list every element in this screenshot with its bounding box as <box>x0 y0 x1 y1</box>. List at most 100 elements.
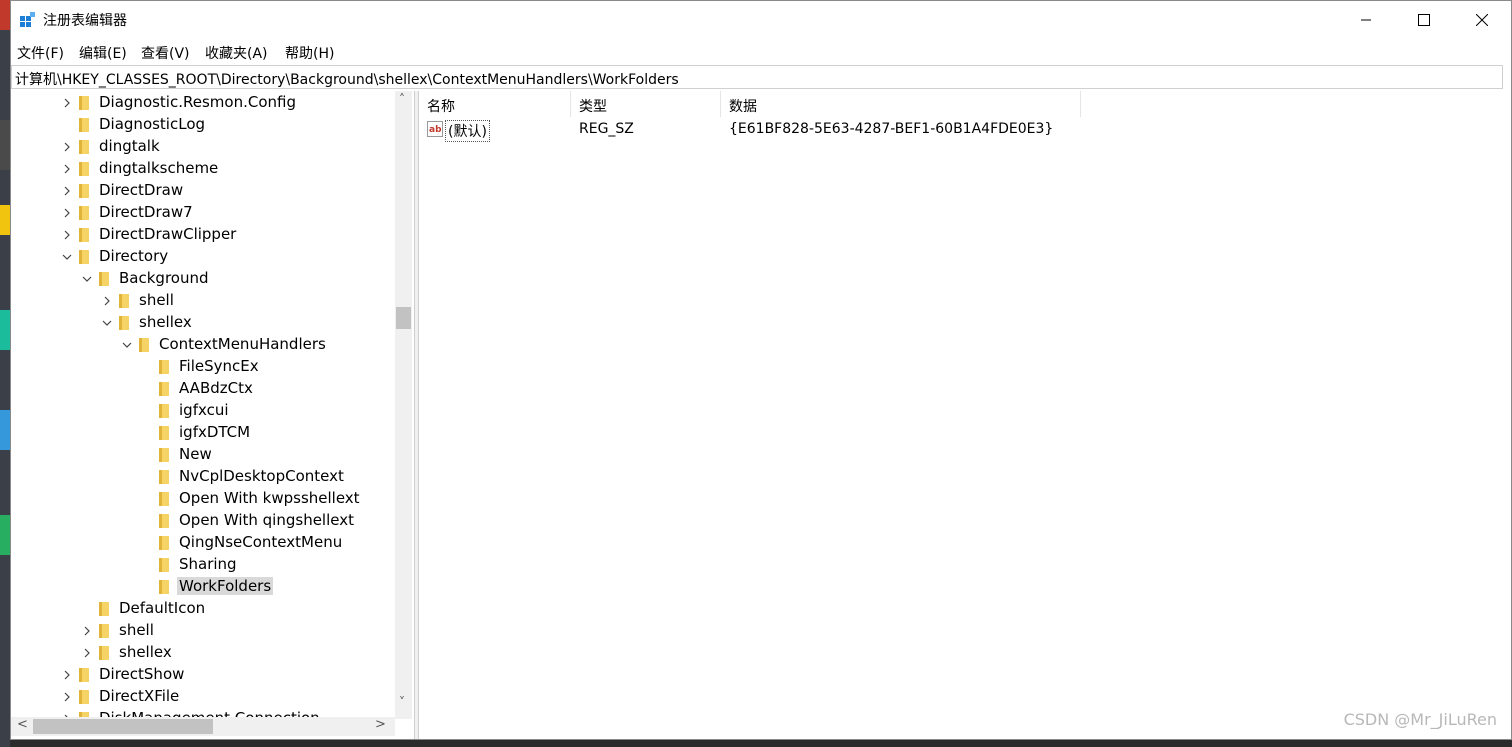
chevron-right-icon[interactable] <box>81 647 93 659</box>
chevron-down-icon[interactable] <box>81 273 93 285</box>
folder-icon <box>79 250 89 264</box>
folder-icon <box>159 360 169 374</box>
tree-item[interactable]: shell <box>11 620 395 642</box>
tree-item-label: ContextMenuHandlers <box>159 335 326 353</box>
svg-text:ab: ab <box>429 125 442 135</box>
menu-favorites[interactable]: 收藏夹(A) <box>205 43 268 63</box>
tree-item-label: Directory <box>99 247 169 265</box>
chevron-right-icon[interactable] <box>61 185 73 197</box>
tree-item-label: Open With qingshellext <box>179 511 354 529</box>
address-path: 计算机\HKEY_CLASSES_ROOT\Directory\Backgrou… <box>15 72 679 88</box>
column-header-type[interactable]: 类型 <box>571 91 721 117</box>
chevron-down-icon[interactable] <box>101 317 113 329</box>
tree-item[interactable]: DirectXFile <box>11 686 395 708</box>
chevron-down-icon[interactable] <box>61 251 73 263</box>
tree-item[interactable]: QingNseContextMenu <box>11 532 395 554</box>
chevron-right-icon[interactable] <box>61 691 73 703</box>
tree-horizontal-scrollbar[interactable]: < > <box>11 717 395 736</box>
tree-item[interactable]: shellex <box>11 642 395 664</box>
minimize-button[interactable] <box>1337 1 1395 39</box>
chevron-right-icon[interactable] <box>61 141 73 153</box>
tree-item-label: DirectDraw <box>99 181 184 199</box>
tree-item[interactable]: Directory <box>11 246 395 268</box>
tree-item-label: Background <box>119 269 209 287</box>
menu-view[interactable]: 查看(V) <box>141 43 190 63</box>
close-button[interactable] <box>1453 1 1511 39</box>
tree-item[interactable]: dingtalk <box>11 136 395 158</box>
maximize-button[interactable] <box>1395 1 1453 39</box>
tree-item-label: Sharing <box>179 555 237 573</box>
folder-icon <box>119 316 129 330</box>
tree-item[interactable]: shellex <box>11 312 395 334</box>
tree-item-label: DiagnosticLog <box>99 115 206 133</box>
scroll-left-arrow-icon[interactable]: < <box>17 717 28 732</box>
tree-item[interactable]: DirectShow <box>11 664 395 686</box>
tree-item-label: NvCplDesktopContext <box>179 467 344 485</box>
tree-item-label: DirectDrawClipper <box>99 225 237 243</box>
tree-item[interactable]: Diagnostic.Resmon.Config <box>11 92 395 114</box>
tree-item[interactable]: DefaultIcon <box>11 598 395 620</box>
tree-item-label: FileSyncEx <box>179 357 259 375</box>
tree-item-label: DirectShow <box>99 665 185 683</box>
tree-item[interactable]: NvCplDesktopContext <box>11 466 395 488</box>
tree-item[interactable]: New <box>11 444 395 466</box>
chevron-right-icon[interactable] <box>101 295 113 307</box>
folder-icon <box>99 272 109 286</box>
list-row[interactable]: ab (默认) REG_SZ {E61BF828-5E63-4287-BEF1-… <box>419 119 1503 142</box>
tree-item[interactable]: igfxcui <box>11 400 395 422</box>
chevron-right-icon[interactable] <box>61 163 73 175</box>
tree-item-label: DirectXFile <box>99 687 180 705</box>
tree-item[interactable]: DiagnosticLog <box>11 114 395 136</box>
minimize-icon <box>1361 19 1371 21</box>
tree-item[interactable]: igfxDTCM <box>11 422 395 444</box>
tree-item[interactable]: ContextMenuHandlers <box>11 334 395 356</box>
chevron-right-icon[interactable] <box>61 229 73 241</box>
maximize-icon <box>1418 14 1430 26</box>
horizontal-scroll-thumb[interactable] <box>33 719 213 734</box>
tree-item[interactable]: DirectDraw7 <box>11 202 395 224</box>
folder-icon <box>159 558 169 572</box>
tree-item[interactable]: Open With qingshellext <box>11 510 395 532</box>
folder-icon <box>79 118 89 132</box>
menu-help[interactable]: 帮助(H) <box>285 43 334 63</box>
tree-item-label: igfxDTCM <box>179 423 251 441</box>
scroll-down-arrow-icon[interactable]: ˅ <box>399 695 405 709</box>
folder-icon <box>159 448 169 462</box>
tree-item-label: shellex <box>139 313 192 331</box>
chevron-right-icon[interactable] <box>61 207 73 219</box>
values-list[interactable]: 名称 类型 数据 ab (默认) REG_SZ {E61BF828-5E63-4… <box>419 91 1503 737</box>
chevron-right-icon[interactable] <box>61 669 73 681</box>
tree-item[interactable]: WorkFolders <box>11 576 395 598</box>
chevron-right-icon[interactable] <box>61 97 73 109</box>
chevron-down-icon[interactable] <box>121 339 133 351</box>
folder-icon <box>159 404 169 418</box>
tree-item[interactable]: AABdzCtx <box>11 378 395 400</box>
tree-item[interactable]: Background <box>11 268 395 290</box>
tree-item[interactable]: dingtalkscheme <box>11 158 395 180</box>
tree-item[interactable]: Open With kwpsshellext <box>11 488 395 510</box>
column-header-data[interactable]: 数据 <box>721 91 1081 117</box>
tree-vertical-scrollbar[interactable]: ˄ ˅ <box>395 91 412 719</box>
tree-item-label: QingNseContextMenu <box>179 533 343 551</box>
folder-icon <box>79 184 89 198</box>
scroll-right-arrow-icon[interactable]: > <box>375 717 386 732</box>
key-tree[interactable]: Diagnostic.Resmon.Config DiagnosticLog din… <box>11 91 415 719</box>
title-bar[interactable]: 注册表编辑器 <box>11 1 1511 39</box>
tree-item[interactable]: shell <box>11 290 395 312</box>
desktop-background <box>0 0 10 747</box>
chevron-right-icon[interactable] <box>81 625 93 637</box>
menu-file[interactable]: 文件(F) <box>17 43 64 63</box>
tree-item[interactable]: DirectDrawClipper <box>11 224 395 246</box>
tree-item[interactable]: FileSyncEx <box>11 356 395 378</box>
address-bar[interactable]: 计算机\HKEY_CLASSES_ROOT\Directory\Backgrou… <box>11 65 1503 89</box>
menu-edit[interactable]: 编辑(E) <box>79 43 127 63</box>
scroll-up-arrow-icon[interactable]: ˄ <box>399 92 405 106</box>
vertical-scroll-thumb[interactable] <box>396 307 411 329</box>
menu-bar: 文件(F) 编辑(E) 查看(V) 收藏夹(A) 帮助(H) <box>11 39 1511 65</box>
tree-item-label: dingtalk <box>99 137 160 155</box>
column-header-name[interactable]: 名称 <box>419 91 571 117</box>
tree-item[interactable]: Sharing <box>11 554 395 576</box>
tree-item[interactable]: DirectDraw <box>11 180 395 202</box>
tree-item-label: Open With kwpsshellext <box>179 489 360 507</box>
folder-icon <box>139 338 149 352</box>
